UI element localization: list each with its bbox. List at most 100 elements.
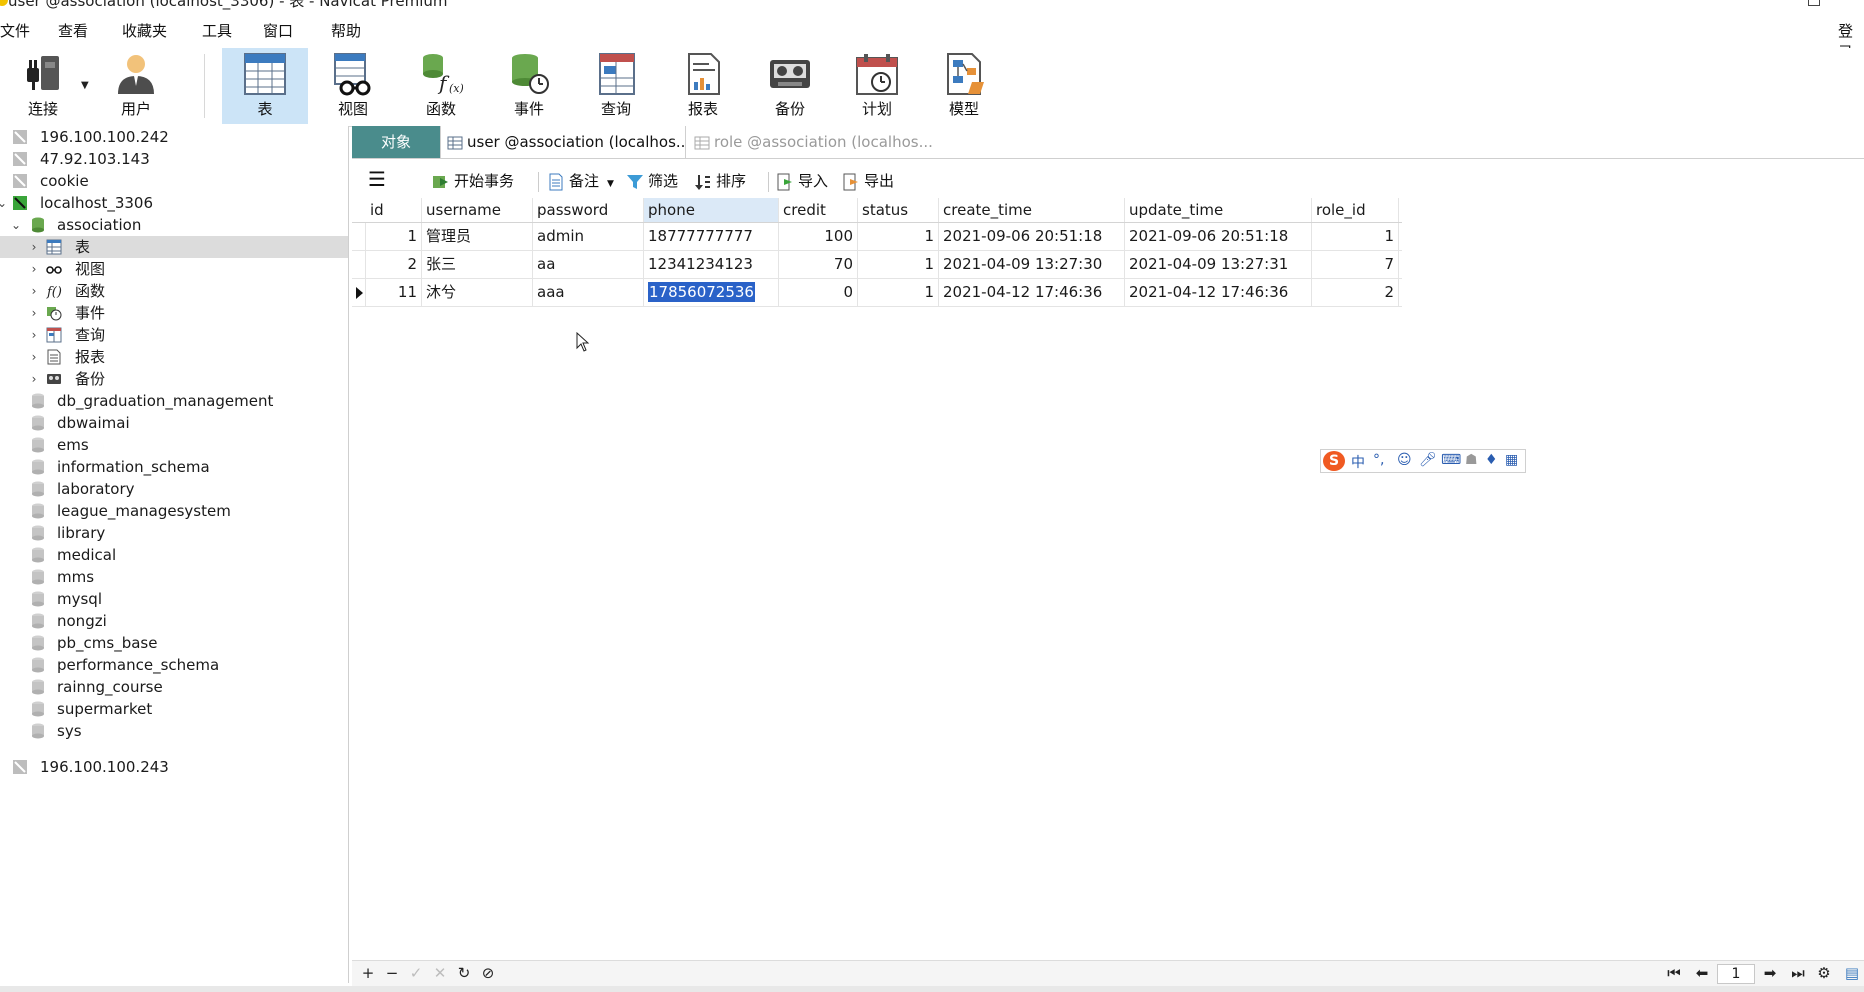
export-button[interactable]: 导出 bbox=[842, 170, 894, 192]
tree-database[interactable]: rainng_course bbox=[0, 676, 348, 698]
tree-connection[interactable]: 196.100.100.243 bbox=[0, 756, 348, 778]
add-record-button[interactable]: + bbox=[358, 963, 378, 983]
menu-view[interactable]: 查看 bbox=[58, 20, 88, 41]
tree-database[interactable]: medical bbox=[0, 544, 348, 566]
grid-view-icon[interactable]: ▤ bbox=[1842, 963, 1862, 983]
tree-connection[interactable]: 47.92.103.143 bbox=[0, 148, 348, 170]
tree-database[interactable]: performance_schema bbox=[0, 654, 348, 676]
chevron-right-icon[interactable]: › bbox=[28, 258, 40, 280]
tree-item-functions[interactable]: › f() 函数 bbox=[0, 280, 348, 302]
cell-username[interactable]: 沐兮 bbox=[422, 279, 533, 306]
table-row[interactable]: 2 张三 aa 12341234123 70 1 2021-04-09 13:27:30 20… bbox=[352, 251, 1402, 279]
cell-role-id[interactable]: 7 bbox=[1312, 251, 1399, 278]
cell-credit[interactable]: 100 bbox=[779, 223, 858, 250]
tree-database[interactable]: db_graduation_management bbox=[0, 390, 348, 412]
cell-password[interactable]: aaa bbox=[533, 279, 644, 306]
tab-user-table[interactable]: user @association (localhos... bbox=[440, 126, 686, 158]
skin-icon[interactable]: ♦ bbox=[1485, 452, 1498, 468]
query-button[interactable]: 查询 bbox=[573, 48, 659, 124]
menu-tools[interactable]: 工具 bbox=[202, 20, 232, 41]
tree-item-tables[interactable]: › 表 bbox=[0, 236, 348, 258]
report-button[interactable]: 报表 bbox=[660, 48, 746, 124]
row-selector[interactable] bbox=[352, 279, 366, 306]
cell-password[interactable]: admin bbox=[533, 223, 644, 250]
ime-mode[interactable]: 中 bbox=[1351, 452, 1365, 472]
cell-id[interactable]: 2 bbox=[366, 251, 422, 278]
menu-file[interactable]: 文件 bbox=[0, 20, 30, 41]
cell-username[interactable]: 张三 bbox=[422, 251, 533, 278]
column-header-username[interactable]: username bbox=[422, 198, 533, 222]
toolbox-icon[interactable]: ☗ bbox=[1465, 452, 1478, 468]
cell-update-time[interactable]: 2021-04-09 13:27:31 bbox=[1125, 251, 1312, 278]
tree-database[interactable]: laboratory bbox=[0, 478, 348, 500]
model-button[interactable]: 模型 bbox=[921, 48, 1007, 124]
cell-status[interactable]: 1 bbox=[858, 279, 939, 306]
cell-id[interactable]: 1 bbox=[366, 223, 422, 250]
ime-logo[interactable]: S bbox=[1323, 451, 1345, 471]
ime-punctuation[interactable]: °, bbox=[1373, 452, 1384, 468]
tree-item-reports[interactable]: › 报表 bbox=[0, 346, 348, 368]
row-selector[interactable] bbox=[352, 223, 366, 250]
column-header-create-time[interactable]: create_time bbox=[939, 198, 1125, 222]
tree-item-events[interactable]: › 事件 bbox=[0, 302, 348, 324]
tree-item-views[interactable]: › 视图 bbox=[0, 258, 348, 280]
cell-id[interactable]: 11 bbox=[366, 279, 422, 306]
connect-button[interactable]: 连接 bbox=[0, 48, 86, 124]
tree-database[interactable]: sys bbox=[0, 720, 348, 742]
chevron-right-icon[interactable]: › bbox=[28, 302, 40, 324]
column-header-phone[interactable]: phone bbox=[644, 198, 779, 222]
cell-username[interactable]: 管理员 bbox=[422, 223, 533, 250]
tree-item-queries[interactable]: › 查询 bbox=[0, 324, 348, 346]
cell-credit[interactable]: 0 bbox=[779, 279, 858, 306]
cell-role-id[interactable]: 2 bbox=[1312, 279, 1399, 306]
cell-status[interactable]: 1 bbox=[858, 223, 939, 250]
filter-button[interactable]: 筛选 bbox=[626, 170, 678, 192]
column-header-status[interactable]: status bbox=[858, 198, 939, 222]
apply-changes-button[interactable]: ✓ bbox=[406, 963, 426, 983]
previous-page-icon[interactable]: ⬅ bbox=[1692, 963, 1712, 983]
emoji-icon[interactable]: ☺ bbox=[1397, 452, 1412, 468]
cell-create-time[interactable]: 2021-04-09 13:27:30 bbox=[939, 251, 1125, 278]
keyboard-icon[interactable]: ⌨ bbox=[1441, 452, 1461, 468]
discard-changes-button[interactable]: ✕ bbox=[430, 963, 450, 983]
cell-password[interactable]: aa bbox=[533, 251, 644, 278]
tree-database[interactable]: league_managesystem bbox=[0, 500, 348, 522]
gear-icon[interactable]: ⚙ bbox=[1814, 963, 1834, 983]
table-row[interactable]: 11 沐兮 aaa 17856072536 0 1 2021-04-12 17:46:36 2… bbox=[352, 279, 1402, 307]
column-header-password[interactable]: password bbox=[533, 198, 644, 222]
tree-database[interactable]: mysql bbox=[0, 588, 348, 610]
backup-button[interactable]: 备份 bbox=[747, 48, 833, 124]
refresh-icon[interactable]: ↻ bbox=[454, 963, 474, 983]
tree-database-open[interactable]: ⌄ association bbox=[0, 214, 348, 236]
chevron-right-icon[interactable]: › bbox=[28, 346, 40, 368]
cell-update-time[interactable]: 2021-04-12 17:46:36 bbox=[1125, 279, 1312, 306]
column-header-update-time[interactable]: update_time bbox=[1125, 198, 1312, 222]
menu-icon[interactable]: ☰ bbox=[368, 169, 386, 192]
stop-icon[interactable]: ⊘ bbox=[478, 963, 498, 983]
event-button[interactable]: 事件 bbox=[486, 48, 572, 124]
tree-connection-open[interactable]: ⌄ localhost_3306 bbox=[0, 192, 348, 214]
chevron-down-icon[interactable]: ⌄ bbox=[0, 192, 8, 214]
cell-role-id[interactable]: 1 bbox=[1312, 223, 1399, 250]
begin-transaction-button[interactable]: 开始事务 bbox=[432, 170, 514, 192]
cell-status[interactable]: 1 bbox=[858, 251, 939, 278]
next-page-icon[interactable]: ➡ bbox=[1760, 963, 1780, 983]
cell-create-time[interactable]: 2021-04-12 17:46:36 bbox=[939, 279, 1125, 306]
tree-database[interactable]: nongzi bbox=[0, 610, 348, 632]
microphone-icon[interactable]: 🎤︎ bbox=[1419, 452, 1437, 468]
tree-connection[interactable]: cookie bbox=[0, 170, 348, 192]
cell-phone[interactable]: 18777777777 bbox=[644, 223, 779, 250]
cell-phone[interactable]: 17856072536 bbox=[644, 279, 779, 306]
menu-window[interactable]: 窗口 bbox=[263, 20, 293, 41]
cell-credit[interactable]: 70 bbox=[779, 251, 858, 278]
chevron-down-icon[interactable]: ⌄ bbox=[10, 214, 22, 236]
tree-database[interactable]: supermarket bbox=[0, 698, 348, 720]
tree-database[interactable]: ems bbox=[0, 434, 348, 456]
user-button[interactable]: 用户 bbox=[93, 48, 179, 124]
delete-record-button[interactable]: − bbox=[382, 963, 402, 983]
last-page-icon[interactable]: ⏭ bbox=[1788, 963, 1808, 983]
tree-database[interactable]: mms bbox=[0, 566, 348, 588]
menu-help[interactable]: 帮助 bbox=[331, 20, 361, 41]
chevron-right-icon[interactable]: › bbox=[28, 236, 40, 258]
table-button[interactable]: 表 bbox=[222, 48, 308, 124]
